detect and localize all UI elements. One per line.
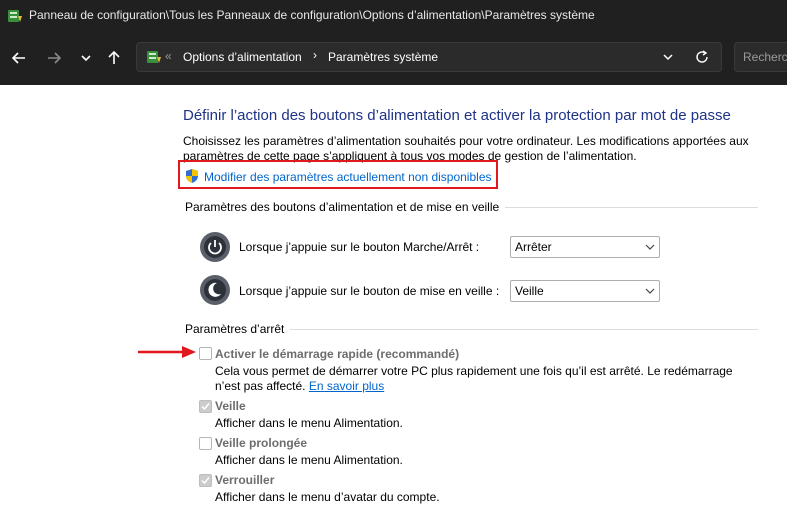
chevron-down-icon (645, 244, 655, 250)
shield-icon (186, 169, 198, 183)
control-panel-icon (147, 51, 161, 63)
refresh-icon[interactable] (693, 48, 711, 66)
chevron-down-icon (81, 55, 91, 62)
sleep-button-action-value: Veille (515, 284, 544, 298)
checkmark-icon (201, 477, 210, 485)
sleep-icon (200, 275, 230, 305)
sleep-title: Veille (215, 399, 246, 413)
arrow-left-icon (12, 52, 25, 64)
sleep-checkbox[interactable] (199, 400, 212, 413)
breadcrumb-system-settings[interactable]: Paramètres système (328, 50, 438, 64)
fast-startup-checkbox[interactable] (199, 347, 212, 360)
power-button-action-value: Arrêter (515, 240, 552, 254)
fast-startup-desc-text: Cela vous permet de démarrer votre PC pl… (215, 364, 733, 393)
chevron-down-icon (645, 288, 655, 294)
hibernate-description: Afficher dans le menu Alimentation. (215, 453, 403, 467)
power-buttons-group-title: Paramètres des boutons d’alimentation et… (185, 200, 506, 214)
up-button[interactable] (100, 44, 128, 72)
checkmark-icon (201, 403, 210, 411)
hibernate-checkbox[interactable] (199, 437, 212, 450)
power-button-label: Lorsque j’appuie sur le bouton Marche/Ar… (239, 240, 480, 254)
lock-checkbox[interactable] (199, 474, 212, 487)
arrow-up-icon (108, 51, 120, 64)
breadcrumb-separator[interactable]: › (313, 48, 317, 62)
red-arrow-annotation (138, 346, 196, 358)
fast-startup-title: Activer le démarrage rapide (recommandé) (215, 347, 460, 361)
sleep-button-action-select[interactable]: Veille (510, 280, 660, 302)
modify-settings-link[interactable]: Modifier des paramètres actuellement non… (204, 170, 492, 184)
title-bar: Panneau de configuration\Tous les Pannea… (0, 0, 787, 31)
forward-button[interactable] (40, 44, 68, 72)
search-input[interactable]: Rechercher (734, 42, 787, 72)
recent-locations-button[interactable] (72, 44, 100, 72)
address-bar[interactable]: « Options d’alimentation › Paramètres sy… (136, 42, 722, 72)
navigation-bar: « Options d’alimentation › Paramètres sy… (0, 31, 787, 85)
chevron-down-icon[interactable] (658, 47, 678, 67)
power-button-action-select[interactable]: Arrêter (510, 236, 660, 258)
overflow-crumbs[interactable]: « (165, 49, 172, 63)
sleep-description: Afficher dans le menu Alimentation. (215, 416, 403, 430)
control-panel-icon (8, 10, 22, 22)
sleep-button-label: Lorsque j’appuie sur le bouton de mise e… (239, 284, 500, 298)
lock-description: Afficher dans le menu d’avatar du compte… (215, 490, 440, 504)
page-title: Définir l’action des boutons d’alimentat… (183, 107, 731, 124)
shutdown-group-title: Paramètres d’arrêt (185, 322, 291, 336)
learn-more-link[interactable]: En savoir plus (309, 379, 384, 393)
search-placeholder: Rechercher (743, 50, 787, 64)
back-button[interactable] (5, 44, 33, 72)
lock-title: Verrouiller (215, 473, 275, 487)
fast-startup-description: Cela vous permet de démarrer votre PC pl… (215, 364, 760, 394)
power-icon (200, 232, 230, 262)
arrow-right-icon (48, 52, 61, 64)
hibernate-title: Veille prolongée (215, 436, 308, 450)
window-title: Panneau de configuration\Tous les Pannea… (29, 8, 595, 22)
breadcrumb-power-options[interactable]: Options d’alimentation (183, 50, 302, 64)
